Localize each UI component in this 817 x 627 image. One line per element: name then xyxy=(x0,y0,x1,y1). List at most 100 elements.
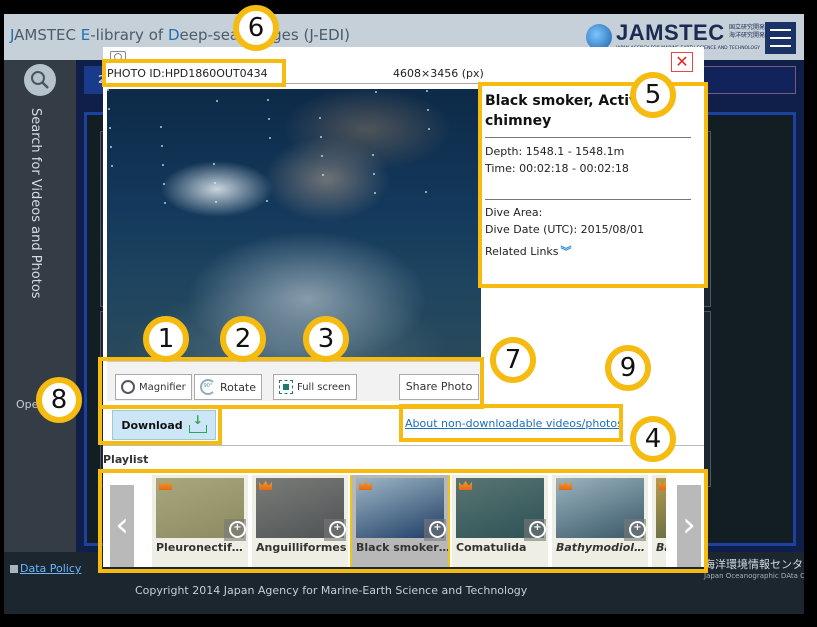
photo-particle xyxy=(322,174,324,176)
playlist-item[interactable]: Ba xyxy=(652,475,666,567)
fullscreen-label: Full screen xyxy=(297,381,351,393)
photo-particle xyxy=(375,91,377,93)
zoom-in-icon[interactable] xyxy=(224,519,246,541)
photo-particle xyxy=(216,100,218,102)
non-downloadable-info-link[interactable]: About non-downloadable videos/photos xyxy=(405,417,623,430)
search-icon xyxy=(31,71,49,89)
playlist-item-label: Comatulida xyxy=(456,541,527,554)
crown-icon xyxy=(359,481,372,490)
sidebar: Search for Videos and Photos Ope xyxy=(4,60,76,552)
site-title-part: -library of xyxy=(90,26,168,44)
magnifier-icon xyxy=(121,380,135,394)
photo-particle xyxy=(373,173,375,175)
photo-particle xyxy=(428,128,430,130)
close-button[interactable]: ✕ xyxy=(671,52,693,72)
crown-icon xyxy=(659,481,666,490)
hamburger-menu-icon xyxy=(770,29,791,31)
site-title-part: D xyxy=(167,26,180,44)
zoom-in-icon[interactable] xyxy=(524,519,546,541)
playlist-carousel: ‹ Pleuronectif… Anguilliformes Black smoke… xyxy=(107,475,701,567)
photo-particle xyxy=(163,183,165,185)
photo-particle xyxy=(320,136,322,138)
playlist-item[interactable]: Bathymodiol… xyxy=(552,475,648,567)
crown-icon xyxy=(259,481,272,490)
annotation-badge-3: 3 xyxy=(303,316,349,362)
playlist-prev-button[interactable]: ‹ xyxy=(110,485,134,567)
hamburger-line xyxy=(770,45,791,47)
photo-particle xyxy=(160,126,162,128)
bullet-icon xyxy=(10,565,18,573)
photo-info-panel: Black smoker, Active chimney Depth: 1548… xyxy=(485,85,704,335)
magnifier-button[interactable]: Magnifier xyxy=(115,374,192,400)
divider xyxy=(485,199,691,200)
photo-particle xyxy=(427,109,429,111)
logo-text: JAMSTEC xyxy=(616,20,725,45)
annotation-badge-1: 1 xyxy=(143,316,189,362)
copyright: Copyright 2014 Japan Agency for Marine-E… xyxy=(135,584,528,597)
site-title-part: AMSTEC xyxy=(14,26,81,44)
photo-particle xyxy=(268,118,270,120)
photo-particle xyxy=(319,117,321,119)
site-title-part: E xyxy=(80,26,91,44)
dive-date: Dive Date (UTC): 2015/08/01 xyxy=(485,223,645,236)
divider xyxy=(103,445,704,446)
related-links-toggle[interactable]: Related Links ︾ xyxy=(485,243,572,259)
playlist-thumbnail-image[interactable] xyxy=(656,478,666,538)
photo-particle xyxy=(426,90,428,92)
rotate-label: Rotate xyxy=(220,380,257,394)
download-button[interactable]: Download xyxy=(112,410,216,440)
fullscreen-icon xyxy=(279,380,293,394)
playlist-item[interactable]: Black smoker… xyxy=(350,475,450,567)
divider xyxy=(107,83,481,84)
annotation-badge-9: 9 xyxy=(605,345,651,391)
playlist-item[interactable]: Anguilliformes xyxy=(252,475,348,567)
photo-particle xyxy=(110,146,112,148)
photo-particle xyxy=(267,99,269,101)
photo-particle xyxy=(321,155,323,157)
jodc-japanese-name[interactable]: 海洋環境情報センター xyxy=(704,556,804,572)
zoom-in-icon[interactable] xyxy=(424,519,446,541)
hamburger-menu-button[interactable] xyxy=(765,22,796,54)
playlist-item-label: Bathymodiol… xyxy=(556,541,646,554)
crown-icon xyxy=(559,481,572,490)
crown-icon xyxy=(159,481,172,490)
share-photo-button[interactable]: Share Photo xyxy=(399,374,479,400)
annotation-badge-8: 8 xyxy=(36,377,82,423)
camera-icon xyxy=(110,51,126,63)
rotate-button[interactable]: 90° Rotate xyxy=(194,374,263,400)
playlist-thumbnails: Pleuronectif… Anguilliformes Black smoker…… xyxy=(152,475,666,567)
zoom-in-icon[interactable] xyxy=(324,519,346,541)
photo-particle xyxy=(269,137,271,139)
annotation-badge-7: 7 xyxy=(490,337,536,383)
photo-dimensions: 4608×3456 (px) xyxy=(393,67,484,80)
photo-particle xyxy=(213,163,215,165)
playlist-label: Playlist xyxy=(103,453,149,466)
time-value: Time: 00:02:18 - 00:02:18 xyxy=(485,162,629,175)
search-button[interactable] xyxy=(24,64,56,96)
playlist-next-button[interactable]: › xyxy=(677,485,701,567)
playlist-item[interactable]: Comatulida xyxy=(452,475,548,567)
photo-particle xyxy=(109,127,111,129)
playlist-item-label: Anguilliformes xyxy=(256,541,347,554)
playlist-item[interactable]: Pleuronectif… xyxy=(152,475,248,567)
playlist-item-label: Black smoker… xyxy=(356,541,448,554)
chevron-right-icon: › xyxy=(682,505,696,545)
photo-particle xyxy=(108,108,110,110)
photo-particle xyxy=(214,182,216,184)
photo-particle xyxy=(164,202,166,204)
photo-particle xyxy=(215,201,217,203)
search-videos-photos-label[interactable]: Search for Videos and Photos xyxy=(28,108,43,299)
chevron-left-icon: ‹ xyxy=(115,505,129,545)
divider xyxy=(485,137,691,138)
zoom-in-icon[interactable] xyxy=(624,519,646,541)
data-policy-link[interactable]: Data Policy xyxy=(10,562,81,575)
related-links-label: Related Links xyxy=(485,245,559,258)
crown-icon xyxy=(459,481,472,490)
download-label: Download xyxy=(121,418,183,432)
photo-particle xyxy=(111,165,113,167)
site-title[interactable]: JAMSTEC E-library of Deep-sea Images (J-… xyxy=(10,26,350,44)
photo-particle xyxy=(266,200,268,202)
fullscreen-button[interactable]: Full screen xyxy=(273,374,357,400)
annotation-badge-5: 5 xyxy=(630,72,676,118)
double-chevron-down-icon: ︾ xyxy=(560,245,572,258)
